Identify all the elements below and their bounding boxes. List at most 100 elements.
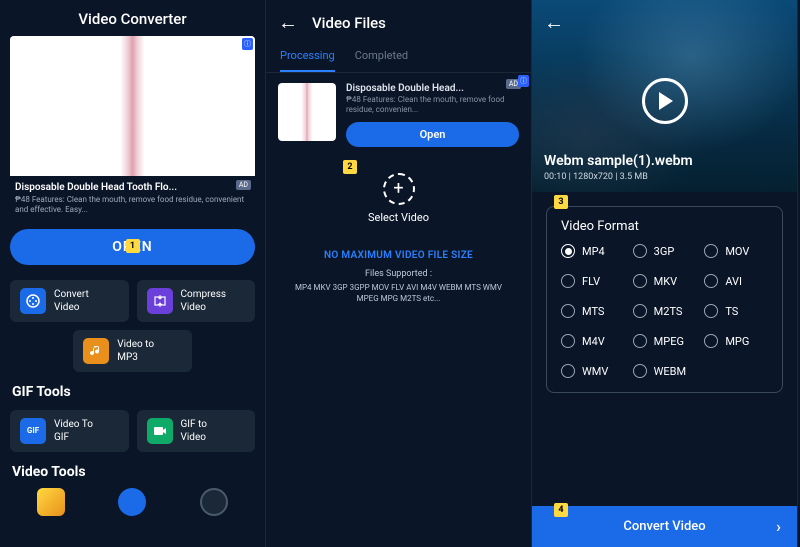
radio-icon	[561, 244, 575, 258]
format-label: 3GP	[654, 245, 675, 258]
radio-icon	[561, 304, 575, 318]
format-grid: MP4 3GP MOV FLV MKV AVI MTS M2TS TS M4V MPEG MPG WMV…	[561, 244, 768, 378]
video-files-screen: ← Video Files Processing Completed Dispo…	[266, 0, 532, 547]
select-video-area[interactable]: + Select Video	[266, 157, 531, 230]
gif-to-video-label: GIF to Video	[181, 418, 207, 444]
format-option-mpeg[interactable]: MPEG	[633, 334, 697, 348]
radio-icon	[704, 304, 718, 318]
video-to-gif-label: Video To GIF	[54, 418, 93, 444]
ad-thumbnail	[278, 83, 336, 141]
format-label: MKV	[654, 275, 678, 288]
header: ← Video Files	[266, 0, 531, 43]
ad-description: ₱48 Features: Clean the mouth, remove fo…	[346, 95, 519, 116]
format-option-mp4[interactable]: MP4	[561, 244, 625, 258]
ad-open-button[interactable]: Open	[346, 122, 519, 147]
add-video-icon: +	[383, 173, 415, 205]
format-label: WEBM	[654, 365, 686, 378]
format-option-ts[interactable]: TS	[704, 304, 768, 318]
format-label: MTS	[582, 305, 604, 318]
video-icon	[147, 418, 173, 444]
format-label: MOV	[725, 245, 749, 258]
music-note-icon	[83, 338, 109, 364]
format-label: MPG	[725, 335, 749, 348]
resolution: 1280x720	[573, 172, 613, 182]
film-reel-icon	[20, 288, 46, 314]
video-format-box: Video Format MP4 3GP MOV FLV MKV AVI MTS M2TS TS…	[546, 206, 783, 393]
format-label: WMV	[582, 365, 608, 378]
ad-image	[10, 36, 255, 176]
format-option-mts[interactable]: MTS	[561, 304, 625, 318]
filesize: 3.5 MB	[620, 172, 648, 182]
radio-icon	[561, 334, 575, 348]
convert-video-button[interactable]: Convert Video ›	[532, 506, 797, 547]
convert-screen: ← Webm sample(1).webm 00:10 | 1280x720 |…	[532, 0, 798, 547]
video-tools-heading: Video Tools	[0, 460, 265, 482]
back-arrow-icon[interactable]: ←	[544, 10, 564, 35]
step-3-badge: 3	[554, 195, 568, 209]
radio-icon	[633, 364, 647, 378]
format-option-3gp[interactable]: 3GP	[633, 244, 697, 258]
format-label: M4V	[582, 335, 605, 348]
gif-tools-heading: GIF Tools	[0, 380, 265, 402]
play-button[interactable]	[642, 78, 688, 124]
ad-description: ₱48 Features: Clean the mouth, remove fo…	[15, 195, 250, 216]
format-label: TS	[725, 305, 738, 318]
format-label: AVI	[725, 275, 742, 288]
radio-icon	[633, 334, 647, 348]
no-max-text: NO MAXIMUM VIDEO FILE SIZE	[266, 250, 531, 261]
video-tools-icons	[0, 482, 265, 516]
radio-icon	[633, 274, 647, 288]
files-supported-list: MP4 MKV 3GP 3GPP MOV FLV AVI M4V WEBM MT…	[266, 282, 531, 304]
files-supported-label: Files Supported :	[266, 269, 531, 279]
tool-icon-3[interactable]	[200, 488, 228, 516]
radio-icon	[704, 274, 718, 288]
ad-banner[interactable]: Disposable Double Head... ₱48 Features: …	[266, 73, 531, 157]
ad-title: Disposable Double Head...	[346, 83, 519, 94]
gif-to-video-button[interactable]: GIF to Video	[137, 410, 256, 452]
radio-icon	[633, 244, 647, 258]
play-icon	[659, 92, 673, 110]
format-label: MPEG	[654, 335, 684, 348]
format-option-mov[interactable]: MOV	[704, 244, 768, 258]
filename: Webm sample(1).webm	[544, 153, 693, 169]
format-label: FLV	[582, 275, 600, 288]
back-arrow-icon[interactable]: ←	[278, 10, 298, 35]
format-option-m2ts[interactable]: M2TS	[633, 304, 697, 318]
video-to-mp3-button[interactable]: Video to MP3	[73, 330, 192, 372]
radio-icon	[633, 304, 647, 318]
convert-button-label: Convert Video	[623, 519, 705, 534]
format-option-flv[interactable]: FLV	[561, 274, 625, 288]
video-to-gif-button[interactable]: GIF Video To GIF	[10, 410, 129, 452]
ad-card[interactable]: ⓘ	[10, 36, 255, 176]
format-option-avi[interactable]: AVI	[704, 274, 768, 288]
gif-tools-grid: GIF Video To GIF GIF to Video	[0, 402, 265, 460]
tabs: Processing Completed	[266, 43, 531, 73]
format-option-m4v[interactable]: M4V	[561, 334, 625, 348]
tool-icon-1[interactable]	[37, 488, 65, 516]
compress-video-button[interactable]: Compress Video	[137, 280, 256, 322]
step-1-badge: 1	[126, 239, 140, 253]
format-label: M2TS	[654, 305, 683, 318]
convert-video-label: Convert Video	[54, 288, 89, 314]
tool-icon-2[interactable]	[118, 488, 146, 516]
ad-label: AD	[236, 180, 251, 190]
tab-completed[interactable]: Completed	[355, 43, 408, 72]
convert-video-button[interactable]: Convert Video	[10, 280, 129, 322]
home-screen: Video Converter ⓘ Disposable Double Head…	[0, 0, 266, 547]
video-to-mp3-label: Video to MP3	[117, 338, 154, 364]
format-heading: Video Format	[561, 219, 768, 234]
format-option-mkv[interactable]: MKV	[633, 274, 697, 288]
tab-processing[interactable]: Processing	[280, 43, 335, 72]
format-label: MP4	[582, 245, 605, 258]
chevron-right-icon: ›	[776, 517, 781, 536]
compress-video-label: Compress Video	[181, 288, 227, 314]
video-preview: ← Webm sample(1).webm 00:10 | 1280x720 |…	[532, 0, 797, 192]
page-title: Video Converter	[0, 0, 265, 36]
format-option-webm[interactable]: WEBM	[633, 364, 697, 378]
gif-icon: GIF	[20, 418, 46, 444]
step-4-badge: 4	[554, 503, 568, 517]
format-option-mpg[interactable]: MPG	[704, 334, 768, 348]
radio-icon	[561, 274, 575, 288]
radio-icon	[704, 244, 718, 258]
format-option-wmv[interactable]: WMV	[561, 364, 625, 378]
